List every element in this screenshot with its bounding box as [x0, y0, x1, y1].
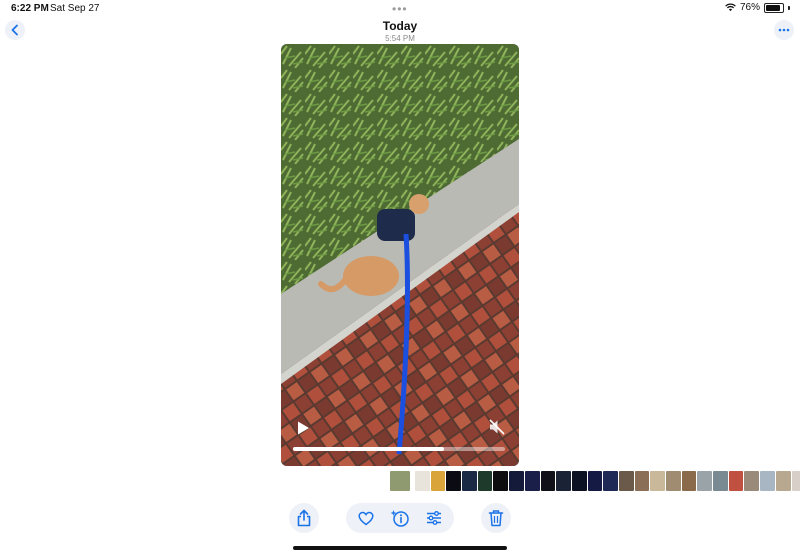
battery-percent: 76% [739, 2, 760, 13]
thumbnail[interactable] [744, 471, 760, 491]
favorite-button[interactable] [354, 506, 378, 530]
playback-scrubber[interactable] [293, 447, 505, 451]
back-button[interactable] [5, 20, 25, 40]
thumbnail[interactable] [634, 471, 650, 491]
page-subtitle: 5:54 PM [385, 34, 415, 43]
wifi-icon [725, 3, 736, 12]
edit-adjust-button[interactable] [422, 506, 446, 530]
video-player[interactable] [281, 44, 519, 466]
thumbnail[interactable] [509, 471, 524, 491]
mute-button[interactable] [488, 418, 506, 436]
thumbnail[interactable] [775, 471, 791, 491]
thumbnail[interactable] [697, 471, 713, 491]
info-button[interactable] [388, 506, 412, 530]
video-frame [281, 44, 519, 466]
home-indicator[interactable] [293, 546, 507, 550]
mute-icon [489, 419, 505, 435]
thumbnail-strip[interactable] [390, 471, 800, 493]
thumbnail-current[interactable] [390, 471, 410, 491]
adjust-icon [427, 511, 441, 525]
thumbnail[interactable] [587, 471, 603, 491]
heart-icon [358, 511, 374, 525]
multitasking-dots[interactable]: ••• [392, 2, 408, 16]
status-time: 6:22 PM [11, 3, 49, 14]
play-button[interactable] [295, 420, 311, 436]
thumbnail[interactable] [760, 471, 775, 491]
share-icon [297, 509, 311, 527]
share-button[interactable] [289, 503, 319, 533]
thumbnail[interactable] [415, 471, 430, 491]
thumbnail[interactable] [728, 471, 744, 491]
thumbnail[interactable] [477, 471, 493, 491]
thumbnail[interactable] [446, 471, 462, 491]
thumbnail[interactable] [462, 471, 477, 491]
thumbnail[interactable] [713, 471, 728, 491]
thumbnail[interactable] [556, 471, 571, 491]
thumbnail[interactable] [618, 471, 634, 491]
status-date: Sat Sep 27 [50, 3, 100, 14]
status-right: 76% [725, 2, 790, 13]
thumbnail[interactable] [666, 471, 681, 491]
thumbnail[interactable] [603, 471, 618, 491]
trash-icon [488, 510, 504, 527]
title-block: Today 5:54 PM [300, 19, 500, 43]
page-title: Today [382, 19, 418, 33]
status-bar: 6:22 PM Sat Sep 27 ••• 76% [0, 0, 800, 16]
thumbnail[interactable] [650, 471, 665, 491]
info-sparkle-icon [390, 510, 409, 527]
battery-cap [788, 5, 790, 10]
thumbnail[interactable] [493, 471, 509, 491]
thumbnail[interactable] [791, 471, 800, 491]
thumbnail[interactable] [681, 471, 697, 491]
delete-button[interactable] [481, 503, 511, 533]
ellipsis-icon [778, 28, 790, 32]
playback-progress [293, 447, 444, 451]
more-button[interactable] [774, 20, 794, 40]
photo-actions-group [346, 503, 454, 533]
play-icon [298, 421, 309, 435]
thumbnail[interactable] [430, 471, 446, 491]
battery-icon [764, 2, 784, 13]
thumbnail[interactable] [571, 471, 587, 491]
thumbnail[interactable] [524, 471, 540, 491]
thumbnail[interactable] [540, 471, 556, 491]
chevron-left-icon [11, 24, 18, 36]
